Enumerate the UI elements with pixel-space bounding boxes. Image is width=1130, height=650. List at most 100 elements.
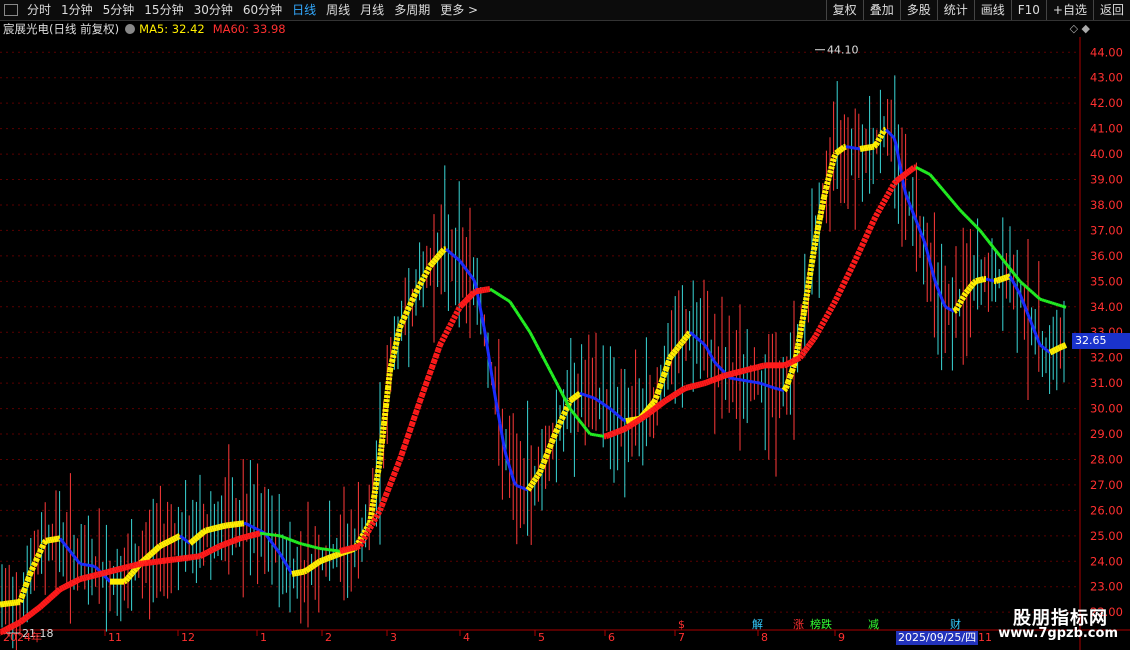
ma5-segment bbox=[712, 360, 718, 365]
period-tab-2[interactable]: 5分钟 bbox=[98, 0, 140, 20]
ma5-segment bbox=[597, 399, 601, 404]
toolbar-button-3[interactable]: 统计 bbox=[936, 0, 974, 20]
ma5-segment bbox=[1022, 303, 1028, 310]
ma60-segment bbox=[399, 446, 407, 455]
ma5-segment bbox=[131, 566, 139, 573]
ma60-segment bbox=[421, 383, 429, 391]
ma60-segment bbox=[12, 621, 18, 629]
ma5-segment bbox=[198, 530, 204, 538]
ma60-segment bbox=[1006, 265, 1012, 270]
ma60-segment bbox=[293, 539, 297, 544]
ma60-segment bbox=[970, 221, 976, 226]
ma5-segment bbox=[211, 525, 215, 532]
ma60-segment bbox=[811, 333, 819, 341]
ma60-segment bbox=[803, 345, 811, 352]
toolbar-button-1[interactable]: 叠加 bbox=[862, 0, 900, 20]
settings-gear-icon[interactable] bbox=[125, 24, 136, 34]
ma60-segment bbox=[497, 292, 501, 297]
ma5-segment bbox=[174, 534, 180, 541]
ma5-segment bbox=[468, 273, 474, 279]
ma5-segment bbox=[811, 237, 819, 251]
toolbar-button-2[interactable]: 多股 bbox=[899, 0, 937, 20]
period-tab-9[interactable]: 多周期 bbox=[389, 0, 435, 20]
ma5-segment bbox=[154, 545, 160, 552]
ma5-segment bbox=[767, 384, 771, 388]
current-price-badge: 32.65 bbox=[1072, 333, 1130, 350]
ma5-segment bbox=[683, 332, 691, 340]
ma5-segment bbox=[512, 480, 518, 487]
ma5-segment bbox=[799, 311, 807, 325]
ma60-segment bbox=[614, 428, 620, 436]
period-tab-0[interactable]: 分时 bbox=[22, 0, 56, 20]
ma60-segment bbox=[1025, 285, 1029, 290]
ma5-segment bbox=[795, 334, 803, 347]
ma60-segment bbox=[1049, 300, 1053, 305]
ma60-segment bbox=[1014, 275, 1020, 280]
ma5-segment bbox=[369, 497, 377, 511]
ma60-segment bbox=[716, 374, 722, 381]
ma60-segment bbox=[894, 177, 900, 184]
ma60-segment bbox=[865, 227, 873, 235]
ma5-segment bbox=[58, 537, 64, 542]
x-tick-label: 7 bbox=[678, 631, 685, 644]
toolbar-button-6[interactable]: +自选 bbox=[1045, 0, 1093, 20]
period-tab-10[interactable]: 更多 > bbox=[435, 0, 483, 20]
toolbar-button-7[interactable]: 返回 bbox=[1092, 0, 1130, 20]
y-tick-label: 28.00 bbox=[1090, 452, 1123, 466]
ma5-segment bbox=[1032, 329, 1038, 336]
ma60-segment bbox=[1059, 303, 1063, 308]
ma60-segment bbox=[351, 544, 355, 551]
ma60-segment bbox=[996, 252, 1002, 257]
ma5-segment bbox=[142, 556, 148, 563]
window-icon[interactable] bbox=[4, 4, 18, 16]
ma60-segment bbox=[1041, 298, 1045, 302]
ma5-segment bbox=[181, 536, 185, 541]
ma60-segment bbox=[703, 379, 707, 387]
toolbar-button-4[interactable]: 画线 bbox=[973, 0, 1011, 20]
period-tab-7[interactable]: 周线 bbox=[321, 0, 355, 20]
ma60-segment bbox=[243, 533, 247, 541]
ma60-segment bbox=[960, 211, 966, 216]
ma5-segment bbox=[583, 393, 587, 397]
ma60-segment bbox=[1000, 257, 1006, 262]
period-tab-5[interactable]: 60分钟 bbox=[238, 0, 287, 20]
toolbar-button-5[interactable]: F10 bbox=[1010, 0, 1046, 20]
period-tab-4[interactable]: 30分钟 bbox=[189, 0, 238, 20]
ma5-segment bbox=[667, 353, 675, 360]
ma60-segment bbox=[97, 571, 101, 578]
diamond-icons[interactable]: ◇ ◆ bbox=[1070, 22, 1090, 35]
ma5-segment bbox=[282, 559, 288, 565]
ma5-segment bbox=[314, 560, 320, 567]
period-tab-6[interactable]: 日线 bbox=[287, 0, 321, 20]
ma5-segment bbox=[771, 385, 775, 390]
period-tab-1[interactable]: 1分钟 bbox=[56, 0, 98, 20]
ma5-segment bbox=[326, 554, 332, 562]
ma60-segment bbox=[952, 201, 958, 207]
ma60-segment bbox=[644, 411, 650, 418]
ma5-segment bbox=[192, 536, 198, 543]
ma5-segment bbox=[209, 526, 213, 533]
ma5-segment bbox=[425, 264, 433, 272]
ma5-segment bbox=[1018, 293, 1024, 300]
period-toolbar: 分时 1分钟 5分钟 15分钟 30分钟 60分钟 日线 周线 月线 多周期 更多 > 复权 叠加 多股… bbox=[0, 0, 1130, 21]
period-tab-3[interactable]: 15分钟 bbox=[139, 0, 188, 20]
ma5-segment bbox=[1062, 342, 1068, 349]
ma60-segment bbox=[26, 612, 32, 619]
ma60-segment bbox=[453, 309, 461, 316]
ma60-segment bbox=[46, 595, 52, 603]
toolbar-button-0[interactable]: 复权 bbox=[825, 0, 863, 20]
ma5-segment bbox=[947, 306, 951, 311]
ma5-segment bbox=[318, 557, 324, 565]
ma5-segment bbox=[245, 522, 249, 526]
ma60-segment bbox=[741, 367, 745, 375]
ma60-segment bbox=[405, 429, 413, 438]
ma5-segment bbox=[324, 555, 330, 562]
ma60-segment bbox=[1053, 302, 1057, 306]
period-tab-8[interactable]: 月线 bbox=[355, 0, 389, 20]
ma60-segment bbox=[18, 618, 24, 625]
ma60-segment bbox=[40, 601, 46, 608]
x-tick-label: 9 bbox=[838, 631, 845, 644]
y-tick-label: 35.00 bbox=[1090, 274, 1123, 288]
kline-chart[interactable]: 22.0023.0024.0025.0026.0027.0028.0029.00… bbox=[0, 37, 1130, 650]
ma60-segment bbox=[572, 412, 578, 418]
